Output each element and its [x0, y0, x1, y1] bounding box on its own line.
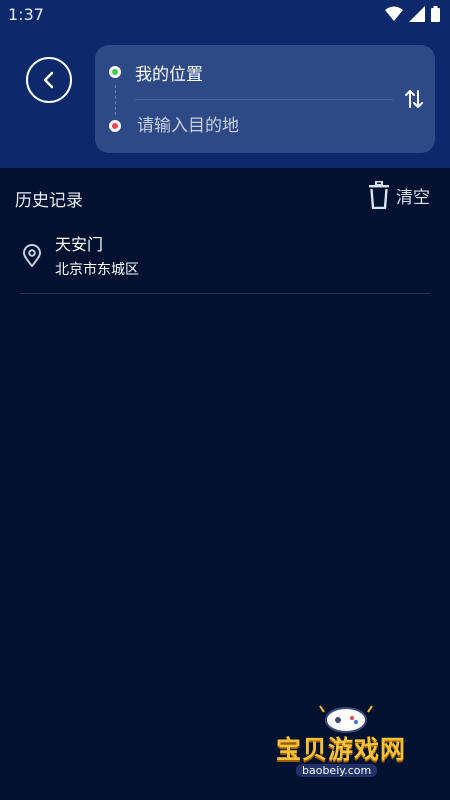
watermark-url: baobeiy.com [296, 764, 378, 777]
history-list: 天安门 北京市东城区 [20, 226, 430, 294]
location-pin-icon [23, 244, 41, 267]
destination-dot [109, 120, 121, 132]
clear-history-button[interactable]: 清空 [368, 181, 430, 209]
history-title: 历史记录 [15, 191, 83, 211]
status-icons [385, 6, 440, 22]
history-header: 历史记录 清空 [0, 168, 450, 226]
chevron-left-icon [43, 71, 54, 89]
destination-row [109, 111, 339, 141]
history-item-name: 天安门 [55, 235, 104, 254]
history-item-address: 北京市东城区 [55, 262, 139, 278]
wifi-icon [385, 6, 403, 21]
status-bar: 1:37 [0, 0, 450, 30]
route-divider [135, 99, 393, 100]
status-time: 1:37 [8, 5, 44, 24]
destination-input[interactable] [135, 115, 339, 137]
trash-icon [369, 181, 389, 209]
origin-dot [109, 66, 121, 78]
origin-row[interactable]: 我的位置 [109, 57, 203, 87]
signal-icon [409, 6, 425, 22]
watermark-text: 宝贝游戏网 [276, 735, 407, 764]
origin-label: 我的位置 [135, 64, 203, 85]
route-card: 我的位置 [95, 45, 435, 153]
route-header: 我的位置 [0, 30, 450, 168]
swap-vertical-icon [405, 90, 423, 108]
battery-icon [431, 6, 440, 22]
swap-button[interactable] [401, 85, 427, 113]
clear-label: 清空 [396, 187, 430, 208]
history-item[interactable]: 天安门 北京市东城区 [20, 226, 430, 294]
back-button[interactable] [26, 57, 72, 103]
watermark-logo: 宝贝游戏网 baobeiy.com [268, 700, 428, 790]
